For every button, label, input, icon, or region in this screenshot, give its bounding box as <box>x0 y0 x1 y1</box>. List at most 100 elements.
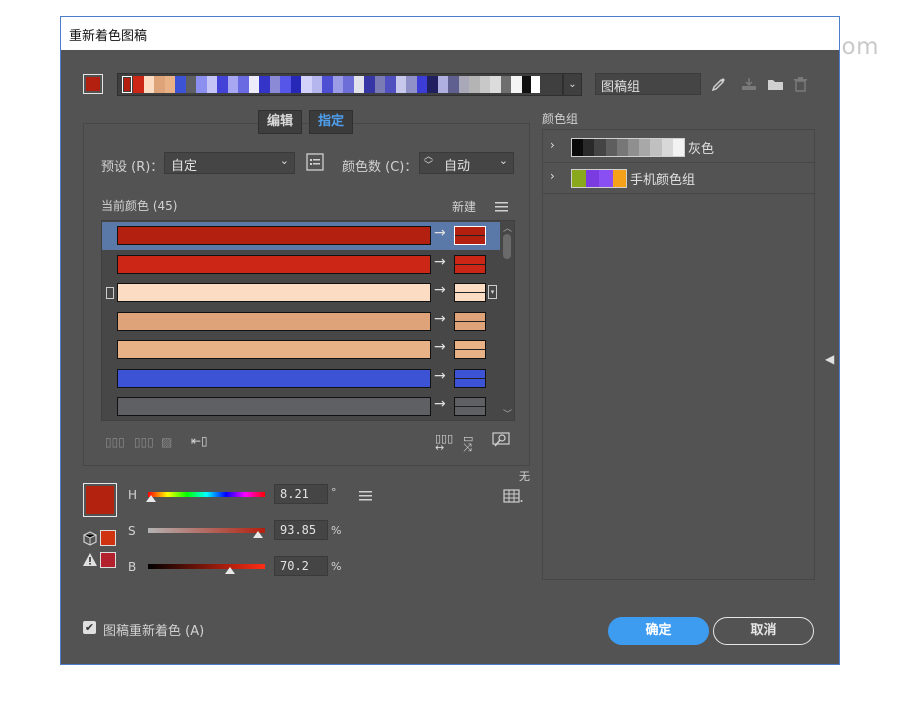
preset-options-icon[interactable] <box>306 153 324 175</box>
current-color-bar[interactable] <box>117 283 431 302</box>
collapse-panel-icon[interactable]: ◀ <box>825 352 834 366</box>
randomize-saturation-icon[interactable]: ▭ ⤨ <box>463 433 473 453</box>
group-color-swatch[interactable] <box>572 170 586 187</box>
new-color-swatch[interactable] <box>454 368 486 388</box>
tab-edit[interactable]: 编辑 <box>258 110 303 134</box>
strip-swatch[interactable] <box>479 76 490 93</box>
current-color-bar[interactable] <box>117 340 431 359</box>
strip-swatch[interactable] <box>374 76 385 93</box>
chevron-right-icon[interactable]: › <box>550 169 555 183</box>
saturation-slider[interactable] <box>148 528 265 538</box>
color-row[interactable]: → <box>102 336 500 364</box>
arrow-right-icon[interactable]: → <box>434 368 446 384</box>
saturation-field[interactable]: 93.85 <box>274 520 328 540</box>
group-color-swatch[interactable] <box>572 139 584 156</box>
hue-slider[interactable] <box>145 492 265 502</box>
arrow-right-icon[interactable]: → <box>434 254 446 270</box>
strip-swatch[interactable] <box>185 76 196 93</box>
strip-swatch[interactable] <box>448 76 459 93</box>
strip-swatch[interactable] <box>164 76 175 93</box>
recolor-checkbox[interactable]: ✔ <box>83 621 96 634</box>
current-color-bar[interactable] <box>117 254 431 274</box>
find-color-icon[interactable] <box>492 432 510 451</box>
strip-swatch[interactable] <box>511 76 522 93</box>
color-mode-grid-icon[interactable] <box>503 489 523 507</box>
group-color-swatch[interactable] <box>605 139 617 156</box>
color-row[interactable]: → <box>102 308 500 336</box>
arrow-right-icon[interactable]: → <box>434 311 446 327</box>
swatch-options-icon[interactable]: ▾ <box>488 285 497 299</box>
scroll-thumb[interactable] <box>503 234 511 259</box>
strip-swatch[interactable] <box>500 76 511 93</box>
color-row[interactable]: → <box>102 222 500 250</box>
strip-swatch[interactable] <box>530 76 540 93</box>
strip-swatch[interactable] <box>196 76 207 93</box>
strip-swatch[interactable] <box>322 76 333 93</box>
new-color-swatch[interactable] <box>454 340 486 359</box>
strip-swatch[interactable] <box>269 76 280 93</box>
strip-swatch[interactable] <box>206 76 217 93</box>
strip-swatch[interactable] <box>143 76 154 93</box>
strip-swatch[interactable] <box>217 76 228 93</box>
new-color-swatch[interactable] <box>454 311 486 331</box>
color-row[interactable]: → <box>102 393 500 420</box>
strip-swatch[interactable] <box>416 76 427 93</box>
list-menu-icon[interactable] <box>495 201 508 216</box>
strip-swatch[interactable] <box>427 76 438 93</box>
strip-swatch[interactable] <box>406 76 417 93</box>
strip-swatch[interactable] <box>175 76 186 93</box>
new-color-swatch[interactable] <box>454 254 486 274</box>
tab-assign[interactable]: 指定 <box>309 110 354 134</box>
color-strip[interactable] <box>117 73 563 96</box>
group-color-swatch[interactable] <box>594 139 606 156</box>
strip-selected-swatch[interactable] <box>122 76 132 93</box>
group-color-swatch[interactable] <box>599 170 613 187</box>
group-color-swatch[interactable] <box>616 139 629 156</box>
strip-swatch[interactable] <box>395 76 406 93</box>
strip-swatch[interactable] <box>469 76 480 93</box>
ok-button[interactable]: 确定 <box>608 617 709 645</box>
color-count-select[interactable]: ︿ ﹀ 自动 ⌄ <box>419 152 514 174</box>
strip-swatch[interactable] <box>521 76 531 93</box>
group-name-field[interactable]: 图稿组 <box>595 73 701 95</box>
color-row[interactable]: → ▾ <box>102 279 500 307</box>
preset-select[interactable]: 自定 ⌄ <box>164 152 295 174</box>
selected-color-swatch[interactable] <box>83 483 117 517</box>
arrow-right-icon[interactable]: → <box>434 339 446 355</box>
color-group-phone[interactable]: › 手机颜色组 <box>542 163 815 194</box>
new-color-swatch[interactable] <box>454 226 486 245</box>
brightness-slider-knob[interactable] <box>225 567 236 574</box>
exclude-colors-icon[interactable]: ▨ <box>161 435 172 449</box>
arrow-right-icon[interactable]: → <box>434 282 446 298</box>
strip-swatch[interactable] <box>301 76 312 93</box>
strip-swatch[interactable] <box>437 76 448 93</box>
brightness-field[interactable]: 70.2 <box>274 556 328 576</box>
strip-swatch[interactable] <box>332 76 343 93</box>
stepper-icon[interactable]: ︿ ﹀ <box>424 153 433 171</box>
group-color-swatch[interactable] <box>672 139 685 156</box>
color-row[interactable]: → <box>102 251 500 279</box>
list-scrollbar[interactable]: ︿ ﹀ <box>501 221 514 420</box>
strip-swatch[interactable] <box>353 76 364 93</box>
strip-swatch[interactable] <box>290 76 301 93</box>
randomize-order-icon[interactable]: ▯▯▯ ↔ <box>435 433 453 453</box>
group-swatches[interactable] <box>571 169 627 188</box>
save-group-icon[interactable] <box>741 77 757 95</box>
group-color-swatch[interactable] <box>612 170 626 187</box>
hue-slider-knob[interactable] <box>145 495 156 502</box>
new-row-icon[interactable]: ⇤▯ <box>191 434 208 448</box>
strip-swatch[interactable] <box>458 76 469 93</box>
strip-swatch[interactable] <box>238 76 249 93</box>
strip-swatch[interactable] <box>343 76 354 93</box>
in-gamut-color-swatch[interactable] <box>100 552 116 568</box>
arrow-right-icon[interactable]: → <box>434 225 446 241</box>
strip-swatch[interactable] <box>154 76 165 93</box>
strip-swatch[interactable] <box>259 76 270 93</box>
strip-swatch[interactable] <box>248 76 259 93</box>
group-color-swatch[interactable] <box>661 139 673 156</box>
trash-icon[interactable] <box>794 77 807 96</box>
group-color-swatch[interactable] <box>650 139 662 156</box>
strip-swatch[interactable] <box>364 76 375 93</box>
hue-field[interactable]: 8.21 <box>274 484 328 504</box>
web-safe-color-swatch[interactable] <box>100 530 116 546</box>
